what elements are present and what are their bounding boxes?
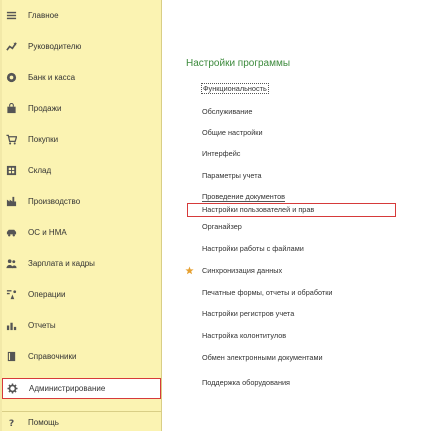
sidebar-item-reports[interactable]: Отчеты [2, 316, 161, 334]
link-accounting-parameters[interactable]: Параметры учета [202, 171, 262, 180]
link-register-settings[interactable]: Настройки регистров учета [202, 309, 294, 318]
sidebar: Главное Руководителю Банк и касса Продаж… [2, 0, 162, 431]
sidebar-item-operations[interactable]: Операции [2, 285, 161, 303]
sidebar-item-label: Помощь [28, 417, 59, 427]
link-interface[interactable]: Интерфейс [202, 149, 240, 158]
sidebar-item-warehouse[interactable]: Склад [2, 161, 161, 179]
sidebar-item-directories[interactable]: Справочники [2, 347, 161, 365]
link-functionality[interactable]: Функциональность [201, 83, 269, 94]
sidebar-item-main[interactable]: Главное [2, 6, 161, 24]
bar-chart-icon [4, 318, 18, 332]
sidebar-item-bank[interactable]: Банк и касса [2, 68, 161, 86]
link-data-sync[interactable]: Синхронизация данных [202, 266, 282, 275]
sidebar-item-label: Отчеты [28, 320, 56, 330]
sidebar-item-sales[interactable]: Продажи [2, 99, 161, 117]
shopping-bag-icon [4, 101, 18, 115]
sidebar-item-label: Операции [28, 289, 66, 299]
sidebar-item-help[interactable]: ? Помощь [2, 414, 161, 430]
link-maintenance[interactable]: Обслуживание [202, 107, 252, 116]
link-file-settings[interactable]: Настройки работы с файлами [202, 244, 304, 253]
link-edi-exchange[interactable]: Обмен электронными документами [202, 353, 323, 362]
link-equipment-support[interactable]: Поддержка оборудования [202, 378, 290, 387]
cart-icon [4, 132, 18, 146]
sidebar-item-label: Покупки [28, 134, 59, 144]
warehouse-icon [4, 163, 18, 177]
link-organizer[interactable]: Органайзер [202, 222, 242, 231]
factory-icon [4, 194, 18, 208]
menu-lines-icon [4, 8, 18, 22]
sidebar-divider [2, 411, 162, 412]
sidebar-item-label: Зарплата и кадры [28, 258, 95, 268]
sidebar-item-label: Склад [28, 165, 52, 175]
star-icon [185, 266, 194, 275]
sidebar-item-label: Главное [28, 10, 59, 20]
sidebar-item-label: Производство [28, 196, 81, 206]
people-icon [4, 256, 18, 270]
operations-icon [4, 287, 18, 301]
page-title: Настройки программы [186, 58, 291, 69]
main-panel: Настройки программы Функциональность Обс… [163, 0, 423, 431]
sidebar-item-label: ОС и НМА [28, 227, 67, 237]
sidebar-item-payroll[interactable]: Зарплата и кадры [2, 254, 161, 272]
svg-text:?: ? [8, 418, 13, 428]
gear-icon [5, 382, 19, 396]
sidebar-item-label: Банк и касса [28, 72, 76, 82]
sidebar-item-label: Продажи [28, 103, 62, 113]
coin-icon [4, 70, 18, 84]
sidebar-item-manager[interactable]: Руководителю [2, 37, 161, 55]
sidebar-item-administration[interactable]: Администрирование [2, 378, 161, 399]
trend-chart-icon [4, 39, 18, 53]
car-icon [4, 225, 18, 239]
link-user-settings[interactable]: Настройки пользователей и прав [187, 203, 396, 217]
sidebar-item-label: Администрирование [29, 384, 106, 393]
link-document-posting[interactable]: Проведение документов [202, 192, 286, 202]
link-general-settings[interactable]: Общие настройки [202, 128, 263, 137]
link-headers-footers[interactable]: Настройка колонтитулов [202, 331, 286, 340]
sidebar-item-purchases[interactable]: Покупки [2, 130, 161, 148]
link-print-forms[interactable]: Печатные формы, отчеты и обработки [202, 288, 333, 297]
book-icon [4, 349, 18, 363]
sidebar-item-assets[interactable]: ОС и НМА [2, 223, 161, 241]
sidebar-item-label: Справочники [28, 351, 77, 361]
sidebar-item-label: Руководителю [28, 41, 82, 51]
sidebar-item-production[interactable]: Производство [2, 192, 161, 210]
question-icon: ? [4, 415, 18, 429]
